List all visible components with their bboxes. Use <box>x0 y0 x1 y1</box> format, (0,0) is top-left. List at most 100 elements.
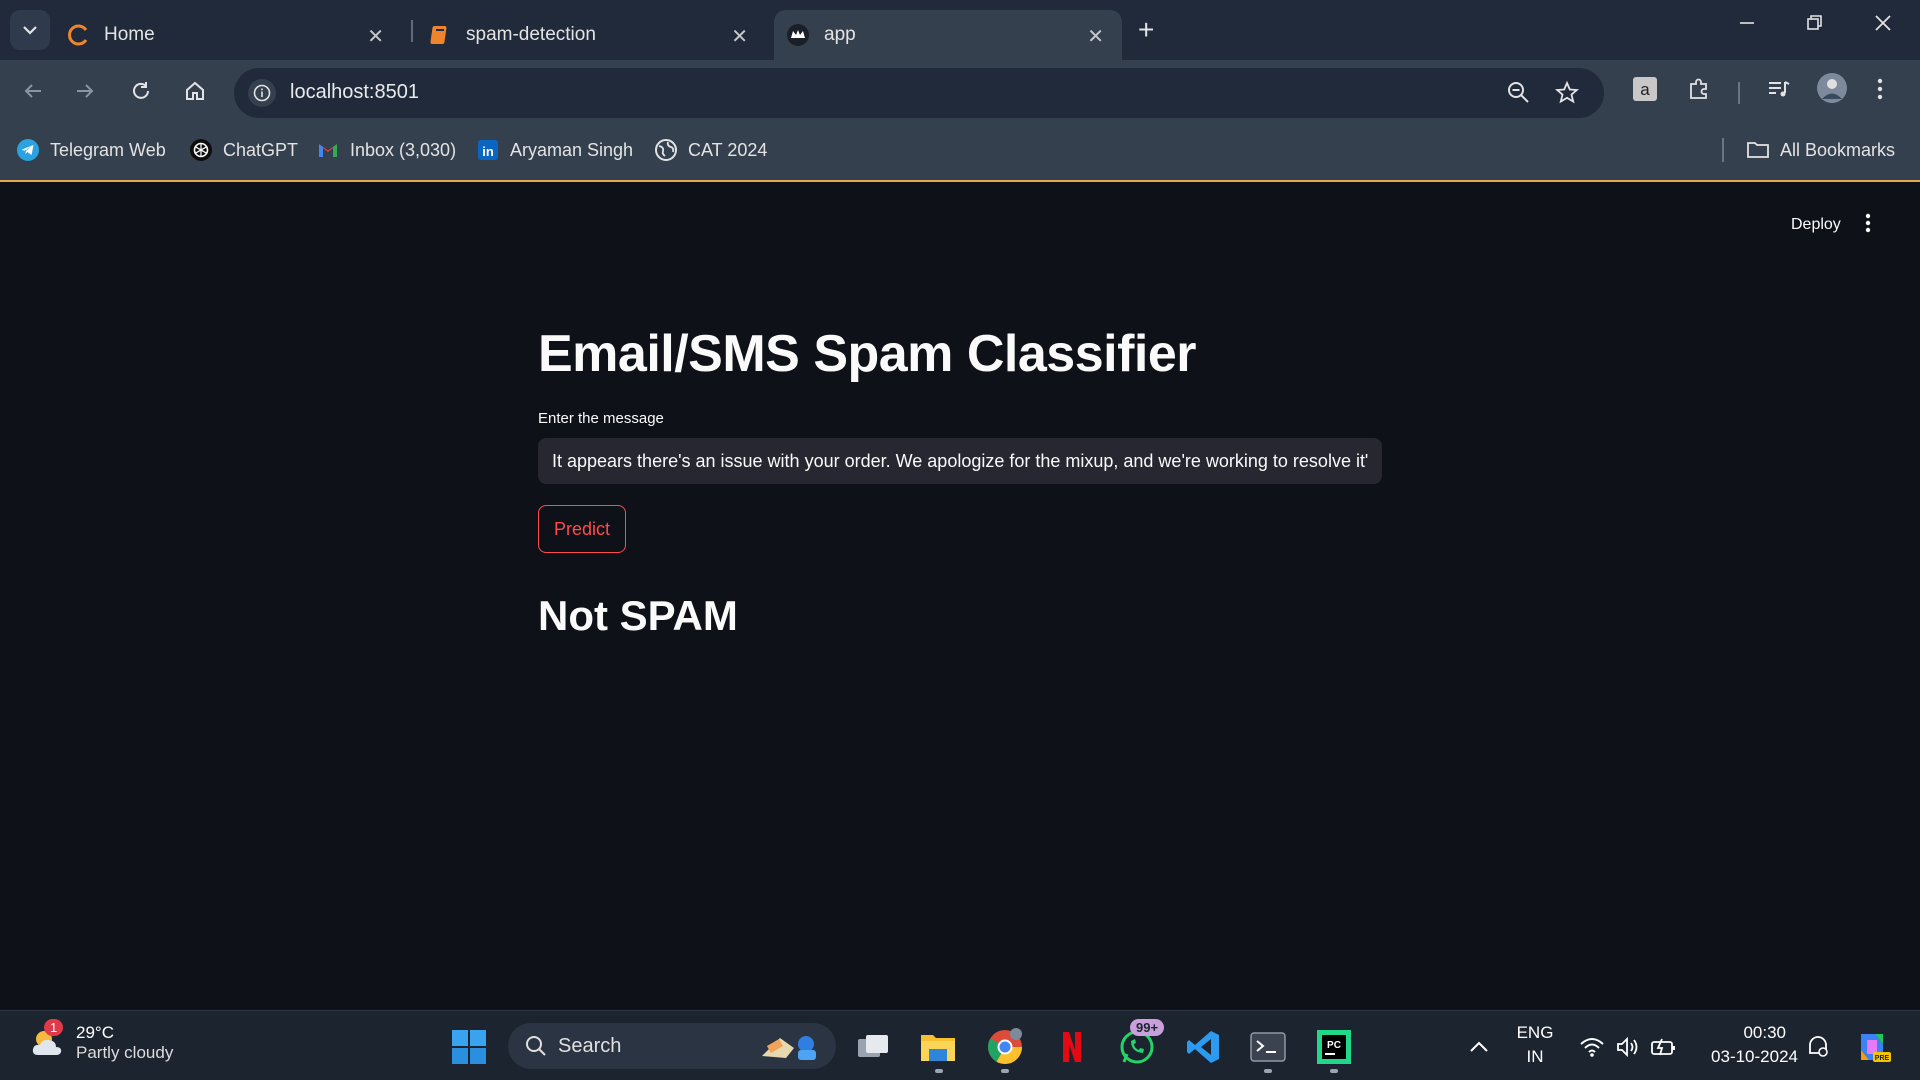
all-bookmarks[interactable]: All Bookmarks <box>1746 138 1895 162</box>
battery-charging-icon[interactable] <box>1644 1027 1684 1067</box>
bookmark-telegram[interactable]: Telegram Web <box>16 138 166 162</box>
folder-icon <box>1746 138 1770 162</box>
tab-spam-detection[interactable]: spam-detection ✕ <box>428 10 766 60</box>
chevron-down-icon <box>23 26 37 35</box>
new-tab-button[interactable]: + <box>1138 14 1154 46</box>
tab-app[interactable]: app ✕ <box>774 10 1122 60</box>
restore-icon[interactable] <box>1806 12 1824 38</box>
temperature: 29°C <box>76 1023 114 1042</box>
weather-badge: 1 <box>44 1019 64 1036</box>
whatsapp-badge: 99+ <box>1130 1019 1165 1036</box>
bookmark-linkedin[interactable]: in Aryaman Singh <box>476 138 633 162</box>
prediction-result: Not SPAM <box>538 592 738 639</box>
weather-widget[interactable]: 1 29°C Partly cloudy <box>28 1019 174 1063</box>
running-indicator <box>1330 1069 1338 1073</box>
tab-label: app <box>824 24 856 45</box>
minimize-icon[interactable] <box>1738 12 1756 38</box>
language-top[interactable]: ENG <box>1510 1023 1560 1043</box>
windows-start-icon[interactable] <box>449 1027 489 1067</box>
close-icon[interactable]: ✕ <box>367 24 384 49</box>
running-indicator <box>1264 1069 1272 1073</box>
search-icon <box>524 1034 548 1058</box>
weather-condition: Partly cloudy <box>76 1043 174 1062</box>
tab-strip: Home ✕ spam-detection ✕ app ✕ + <box>0 0 1920 60</box>
clock-date[interactable]: 03-10-2024 <box>1694 1047 1798 1067</box>
more-menu-icon[interactable] <box>1876 76 1884 107</box>
message-input[interactable] <box>538 438 1382 484</box>
extensions-puzzle-icon[interactable] <box>1686 76 1712 107</box>
bookmark-label: Aryaman Singh <box>510 139 634 160</box>
bookmarks-bar: Telegram Web ChatGPT Inbox (3,030) in Ar… <box>0 122 1920 182</box>
close-window-icon[interactable] <box>1874 12 1892 38</box>
tab-label: spam-detection <box>466 24 596 45</box>
chevron-up-icon[interactable] <box>1459 1027 1499 1067</box>
zoom-icon[interactable] <box>1506 80 1532 111</box>
media-control-icon[interactable] <box>1766 76 1792 107</box>
bookmark-cat[interactable]: CAT 2024 <box>654 138 767 162</box>
bookmark-label: Telegram Web <box>50 139 166 160</box>
running-indicator <box>1001 1069 1009 1073</box>
language-bottom[interactable]: IN <box>1510 1047 1560 1067</box>
chatgpt-icon <box>189 138 213 162</box>
taskbar-search[interactable]: Search <box>508 1023 836 1069</box>
url-text: localhost:8501 <box>290 81 419 103</box>
running-indicator <box>935 1069 943 1073</box>
copilot-icon[interactable]: PRE <box>1852 1027 1892 1067</box>
predict-button[interactable]: Predict <box>538 505 626 553</box>
bookmark-star-icon[interactable] <box>1554 80 1580 111</box>
avatar[interactable] <box>1816 72 1848 109</box>
app-menu-icon[interactable] <box>1864 212 1872 239</box>
svg-text:a: a <box>1640 80 1650 99</box>
file-explorer-icon[interactable] <box>918 1027 958 1067</box>
browser-toolbar: localhost:8501 a <box>0 60 1920 122</box>
partly-cloudy-icon: 1 <box>28 1019 68 1063</box>
back-icon[interactable] <box>16 74 50 108</box>
task-view-icon[interactable] <box>853 1027 893 1067</box>
globe-icon <box>654 138 678 162</box>
all-bookmarks-label: All Bookmarks <box>1780 139 1896 160</box>
search-label: Search <box>558 1034 622 1057</box>
message-input-label: Enter the message <box>538 410 664 427</box>
bookmarks-divider <box>1722 138 1724 162</box>
wifi-icon[interactable] <box>1572 1027 1612 1067</box>
close-icon[interactable]: ✕ <box>1087 24 1104 49</box>
streamlit-crown-icon <box>786 23 810 47</box>
close-icon[interactable]: ✕ <box>731 24 748 49</box>
tab-search-button[interactable] <box>10 10 50 50</box>
bookmark-label: ChatGPT <box>223 139 299 160</box>
bookmark-label: Inbox (3,030) <box>350 139 457 160</box>
home-icon[interactable] <box>178 74 212 108</box>
tab-home[interactable]: Home ✕ <box>66 10 402 60</box>
netflix-icon[interactable] <box>1052 1027 1092 1067</box>
terminal-icon[interactable] <box>1248 1027 1288 1067</box>
pycharm-icon[interactable]: PC <box>1314 1027 1354 1067</box>
notification-settings-icon[interactable] <box>1798 1027 1838 1067</box>
bookmark-gmail[interactable]: Inbox (3,030) <box>316 138 456 162</box>
site-info-icon[interactable] <box>248 79 276 107</box>
svg-text:PC: PC <box>1327 1040 1341 1051</box>
toolbar-divider <box>1738 82 1740 104</box>
loader-icon <box>66 23 90 47</box>
address-bar[interactable]: localhost:8501 <box>234 68 1604 118</box>
linkedin-icon: in <box>476 138 500 162</box>
tab-divider <box>411 20 413 42</box>
clock-time[interactable]: 00:30 <box>1694 1023 1786 1043</box>
page-title: Email/SMS Spam Classifier <box>538 325 1197 383</box>
chrome-icon[interactable] <box>985 1027 1025 1067</box>
tab-label: Home <box>104 24 155 45</box>
gmail-icon <box>316 138 340 162</box>
bookmark-chatgpt[interactable]: ChatGPT <box>189 138 298 162</box>
app-page: Deploy Email/SMS Spam Classifier Enter t… <box>0 184 1920 1010</box>
svg-text:in: in <box>482 144 494 159</box>
deploy-button[interactable]: Deploy <box>1791 216 1841 234</box>
taskbar: 1 29°C Partly cloudy Search 99+ PC ENG I… <box>0 1010 1920 1080</box>
reload-icon[interactable] <box>124 74 158 108</box>
svg-text:PRE: PRE <box>1875 1055 1890 1062</box>
search-highlight-icon <box>758 1028 822 1064</box>
bookmark-label: CAT 2024 <box>688 139 768 160</box>
volume-icon[interactable] <box>1608 1027 1648 1067</box>
amazon-extension-icon[interactable]: a <box>1632 76 1658 107</box>
notebook-icon <box>428 23 452 47</box>
forward-icon[interactable] <box>68 74 102 108</box>
vscode-icon[interactable] <box>1183 1027 1223 1067</box>
